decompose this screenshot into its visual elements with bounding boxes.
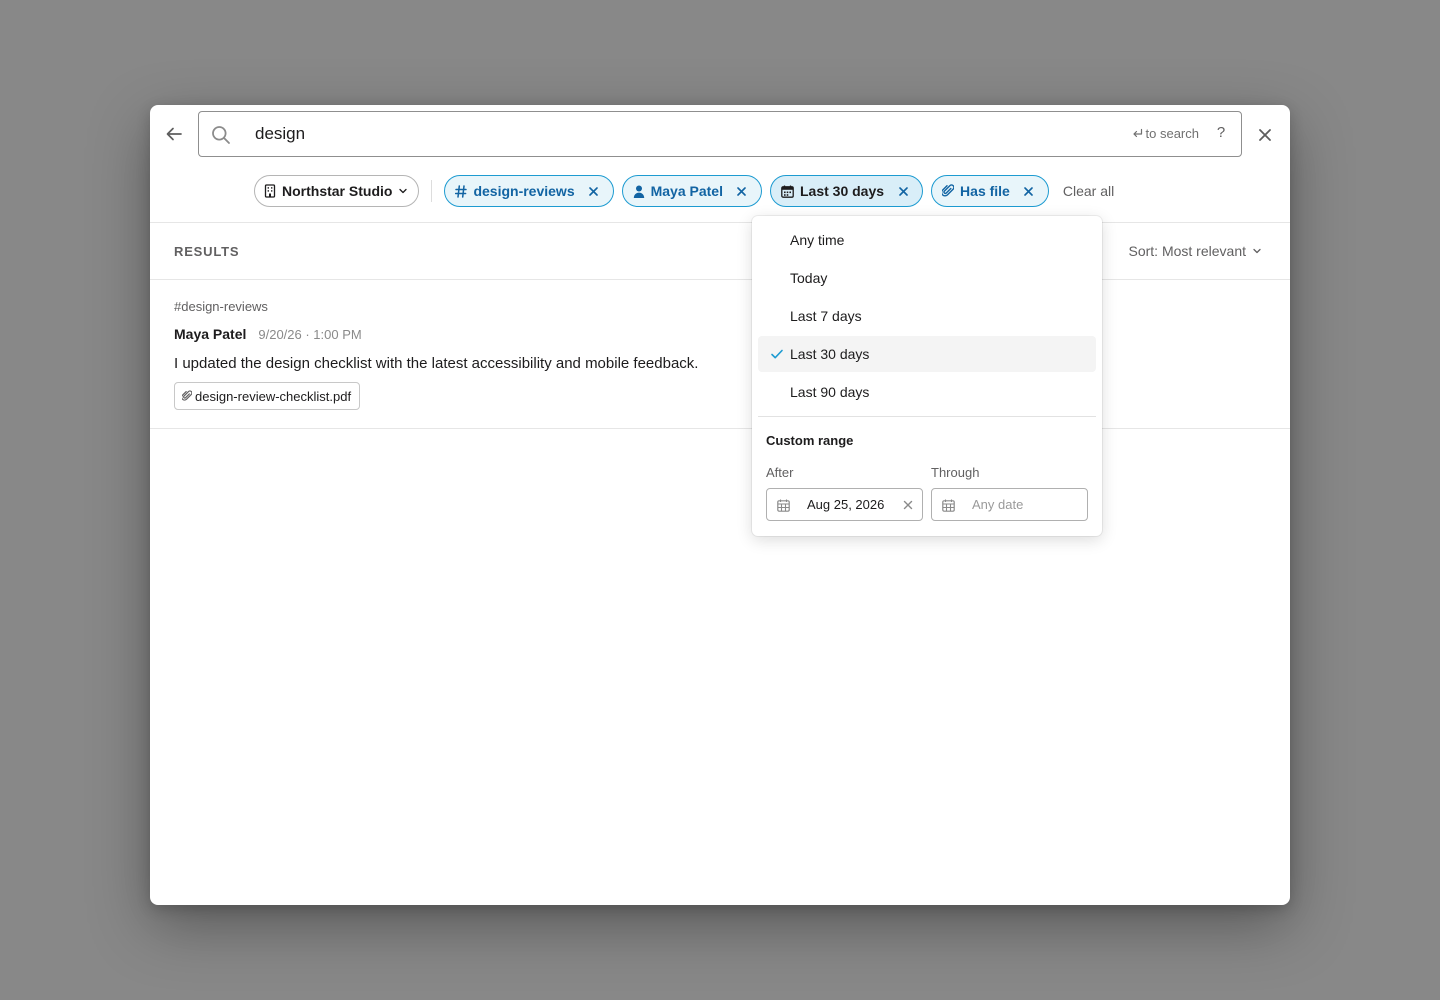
result-message-text: I updated the design checklist with the … — [174, 355, 699, 372]
header-divider — [150, 222, 1290, 223]
calendar-icon — [942, 499, 955, 512]
chevron-down-icon — [1253, 248, 1261, 254]
result-file-attachment[interactable]: design-review-checklist.pdf — [174, 382, 361, 410]
close-icon — [1024, 186, 1034, 196]
date-filter-chip[interactable]: Last 30 days — [769, 175, 924, 207]
channel-filter-chip[interactable]: design-reviews — [444, 175, 614, 207]
date-option-label: Last 90 days — [790, 384, 870, 400]
date-option-label: Last 7 days — [790, 308, 862, 324]
clear-date-icon[interactable] — [902, 499, 914, 511]
date-option-today[interactable]: Today — [758, 260, 1096, 296]
result-timestamp: 9/20/26 · 1:00 PM — [258, 327, 362, 342]
file-chip-label: Has file — [960, 183, 1010, 199]
close-icon — [737, 186, 747, 196]
file-filter-chip[interactable]: Has file — [931, 175, 1049, 207]
after-date-value: Aug 25, 2026 — [807, 497, 885, 512]
date-option-label: Today — [790, 270, 828, 286]
result-author[interactable]: Maya Patel — [174, 326, 246, 342]
close-icon — [898, 186, 908, 196]
chevron-down-icon — [399, 188, 408, 194]
through-date-placeholder: Any date — [972, 497, 1024, 512]
workspace-label: Northstar Studio — [282, 183, 393, 199]
close-icon — [1259, 129, 1271, 141]
enter-key-icon — [1132, 128, 1142, 138]
search-icon — [212, 126, 230, 144]
person-filter-chip[interactable]: Maya Patel — [621, 175, 762, 207]
search-modal: to search ? Northstar Studio design-revi… — [150, 105, 1290, 905]
after-date-field[interactable]: Aug 25, 2026 — [766, 488, 923, 521]
channel-chip-label: design-reviews — [473, 183, 575, 199]
clear-all-filters-button[interactable]: Clear all — [1063, 183, 1114, 199]
filter-separator — [431, 180, 433, 202]
custom-range-title: Custom range — [766, 433, 854, 448]
result-meta: Maya Patel 9/20/26 · 1:00 PM — [174, 326, 362, 342]
search-bar: to search ? — [198, 111, 1242, 157]
paperclip-icon — [942, 184, 955, 197]
filter-bar: Northstar Studio design-reviews Maya Pat… — [254, 175, 1114, 207]
date-option-last-7-days[interactable]: Last 7 days — [758, 298, 1096, 334]
result-channel[interactable]: #design-reviews — [174, 299, 268, 314]
file-name: design-review-checklist.pdf — [195, 388, 352, 404]
date-option-label: Last 30 days — [790, 346, 870, 362]
results-header: RESULTS — [174, 244, 240, 259]
sort-label: Sort: Most relevant — [1128, 243, 1247, 259]
after-label: After — [766, 465, 794, 480]
date-option-label: Any time — [790, 232, 845, 248]
help-button[interactable]: ? — [1213, 124, 1229, 144]
paperclip-icon — [182, 390, 192, 401]
date-option-any-time[interactable]: Any time — [758, 222, 1096, 258]
remove-date-filter-button[interactable] — [896, 184, 910, 198]
person-chip-label: Maya Patel — [650, 183, 723, 199]
building-icon — [264, 184, 276, 198]
remove-person-filter-button[interactable] — [735, 184, 749, 198]
date-chip-label: Last 30 days — [799, 183, 885, 199]
close-icon — [589, 186, 598, 196]
date-option-last-90-days[interactable]: Last 90 days — [758, 374, 1096, 410]
back-button[interactable] — [162, 122, 186, 146]
dropdown-divider — [758, 416, 1096, 417]
search-result-item[interactable]: #design-reviews Maya Patel 9/20/26 · 1:0… — [150, 280, 1290, 429]
through-label: Through — [931, 465, 980, 480]
date-filter-dropdown: Any time Today Last 7 days Last 30 days … — [752, 216, 1102, 536]
calendar-icon — [777, 499, 790, 512]
person-icon — [633, 185, 644, 198]
enter-hint: to search — [1132, 126, 1199, 141]
calendar-icon — [781, 185, 794, 198]
sort-dropdown[interactable]: Sort: Most relevant — [1129, 243, 1263, 259]
remove-file-filter-button[interactable] — [1022, 184, 1036, 198]
date-option-last-30-days[interactable]: Last 30 days — [758, 336, 1096, 372]
workspace-filter-button[interactable]: Northstar Studio — [254, 175, 420, 207]
close-button[interactable] — [1254, 124, 1276, 146]
remove-channel-filter-button[interactable] — [587, 184, 601, 198]
back-arrow-icon — [166, 127, 182, 141]
through-date-field[interactable]: Any date — [931, 488, 1088, 521]
search-input[interactable] — [255, 112, 1115, 156]
enter-hint-text: to search — [1145, 126, 1199, 141]
hash-icon — [455, 184, 468, 198]
checkmark-icon — [771, 349, 783, 359]
